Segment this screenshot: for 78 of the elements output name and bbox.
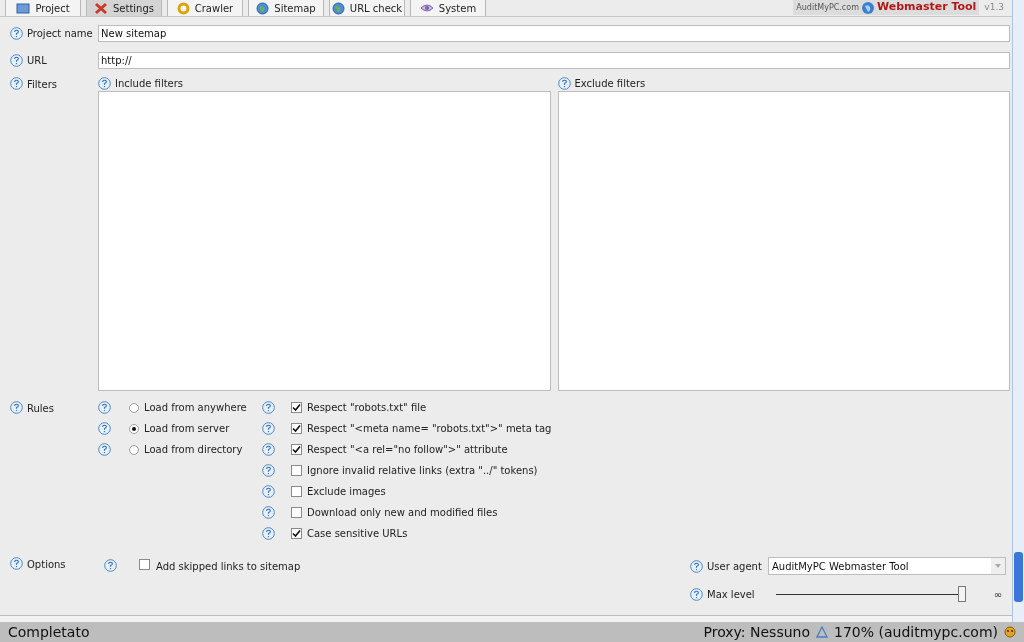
option-label: Respect "<meta name= "robots.txt">" meta tag	[307, 422, 552, 436]
field-label: URL	[27, 53, 47, 68]
option-label: Add skipped links to sitemap	[156, 560, 301, 574]
globe-icon	[256, 1, 270, 15]
help-icon[interactable]	[10, 53, 23, 67]
ring-icon	[176, 1, 190, 15]
option-label: Exclude images	[307, 485, 386, 499]
help-icon[interactable]	[98, 401, 111, 414]
option-label: Respect "<a rel="no follow">" attribute	[307, 443, 508, 457]
status-text: Completato	[8, 622, 90, 642]
checkbox[interactable]	[291, 507, 302, 518]
help-icon[interactable]	[262, 443, 275, 456]
checkbox[interactable]	[291, 465, 302, 476]
option-label: Load from anywhere	[144, 401, 247, 415]
checkbox[interactable]	[291, 423, 302, 434]
input-field[interactable]: http://	[98, 51, 1010, 69]
help-icon[interactable]	[262, 422, 275, 435]
help-icon[interactable]	[10, 401, 23, 414]
tab[interactable]: Crawler	[167, 0, 243, 16]
field-label: Exclude filters	[574, 76, 646, 91]
dropdown[interactable]: AuditMyPC Webmaster Tool	[768, 557, 1006, 575]
slider[interactable]	[776, 586, 966, 602]
checkbox[interactable]	[139, 559, 150, 570]
help-icon[interactable]	[262, 485, 275, 498]
globe-icon	[860, 0, 875, 15]
field-label: Include filters	[115, 76, 184, 91]
checkbox[interactable]	[291, 528, 302, 539]
radio-button[interactable]	[129, 444, 139, 455]
zoom-level: 170% (auditmypc.com)	[834, 622, 998, 642]
field-label: User agent	[707, 559, 762, 574]
help-icon[interactable]	[262, 464, 275, 477]
checkbox[interactable]	[291, 444, 302, 455]
help-icon[interactable]	[104, 559, 117, 572]
globe-icon	[331, 1, 345, 15]
slider-thumb[interactable]	[958, 586, 967, 602]
version-label: v1.3	[984, 0, 1004, 14]
field-label: Options	[27, 558, 66, 572]
tab[interactable]: Settings	[86, 0, 162, 16]
help-icon[interactable]	[10, 26, 23, 40]
help-icon[interactable]	[557, 76, 571, 90]
help-icon[interactable]	[98, 422, 111, 435]
proxy-status: Proxy: Nessuno	[703, 622, 810, 642]
help-icon[interactable]	[98, 443, 111, 456]
caret-icon	[991, 558, 1005, 574]
input-field[interactable]: New sitemap	[98, 24, 1010, 42]
field-label: Rules	[27, 402, 54, 416]
tab[interactable]: System	[410, 0, 486, 16]
radio-button[interactable]	[129, 402, 139, 413]
tab[interactable]: Sitemap	[248, 0, 324, 16]
field-label: Project name	[27, 26, 93, 41]
option-label: Load from directory	[144, 443, 243, 457]
help-icon[interactable]	[98, 76, 111, 90]
radio-button[interactable]	[129, 423, 139, 434]
tab[interactable]: Project	[5, 0, 81, 16]
option-label: Case sensitive URLs	[307, 527, 408, 541]
field-label: Max level	[707, 587, 755, 602]
zoom-icon	[816, 626, 828, 638]
tab[interactable]: URL check	[329, 0, 405, 16]
option-label: Load from server	[144, 422, 230, 436]
help-icon[interactable]	[10, 77, 23, 90]
smiley-icon	[1004, 626, 1016, 638]
checkbox[interactable]	[291, 486, 302, 497]
help-icon[interactable]	[262, 527, 275, 540]
brand-site: AuditMyPC.com	[796, 1, 859, 14]
help-icon[interactable]	[690, 559, 703, 573]
option-label: Ignore invalid relative links (extra "../" tokens)	[307, 464, 538, 478]
brand-name: Webmaster Tool	[876, 0, 977, 16]
checkbox[interactable]	[291, 402, 302, 413]
help-icon[interactable]	[10, 557, 23, 570]
help-icon[interactable]	[262, 401, 275, 414]
folder-icon	[16, 2, 31, 14]
field-label: Filters	[27, 78, 57, 92]
help-icon[interactable]	[262, 506, 275, 519]
option-label: Respect "robots.txt" file	[307, 401, 427, 415]
eye-icon	[419, 2, 434, 14]
help-icon[interactable]	[690, 587, 703, 601]
slider-reading: ∞	[993, 587, 1003, 602]
option-label: Download only new and modified files	[307, 506, 498, 520]
